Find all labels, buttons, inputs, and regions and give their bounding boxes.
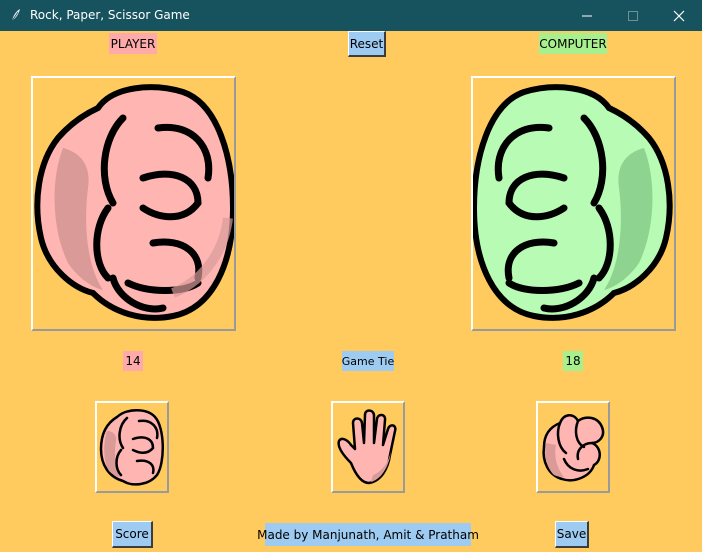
- player-score: 14: [123, 351, 143, 371]
- feather-icon: [8, 7, 24, 23]
- player-choice-display: [31, 76, 236, 331]
- scissor-choice-button[interactable]: [536, 401, 610, 493]
- computer-choice-display: [471, 76, 676, 331]
- title-bar: Rock, Paper, Scissor Game: [0, 0, 702, 31]
- minimize-icon: [582, 15, 592, 16]
- rock-choice-button[interactable]: [95, 401, 169, 493]
- close-button[interactable]: [656, 0, 702, 31]
- player-label: PLAYER: [109, 33, 157, 54]
- rock-hand-icon: [99, 409, 165, 486]
- scissor-hand-icon: [542, 414, 605, 482]
- paper-hand-icon: [337, 409, 397, 485]
- score-button[interactable]: Score: [112, 521, 153, 548]
- window-title: Rock, Paper, Scissor Game: [30, 8, 190, 22]
- close-icon: [673, 10, 685, 21]
- credits-label: Made by Manjunath, Amit & Pratham: [257, 523, 479, 546]
- maximize-icon: [628, 10, 638, 21]
- rock-hand-icon: [34, 84, 234, 321]
- maximize-button[interactable]: [610, 0, 656, 31]
- minimize-button[interactable]: [564, 0, 610, 31]
- rock-hand-icon: [473, 84, 673, 321]
- reset-button[interactable]: Reset: [348, 31, 386, 57]
- save-button[interactable]: Save: [555, 521, 589, 548]
- computer-score: 18: [563, 351, 583, 371]
- computer-label: COMPUTER: [539, 33, 607, 54]
- game-status: Game Tie: [342, 351, 394, 371]
- paper-choice-button[interactable]: [331, 401, 405, 493]
